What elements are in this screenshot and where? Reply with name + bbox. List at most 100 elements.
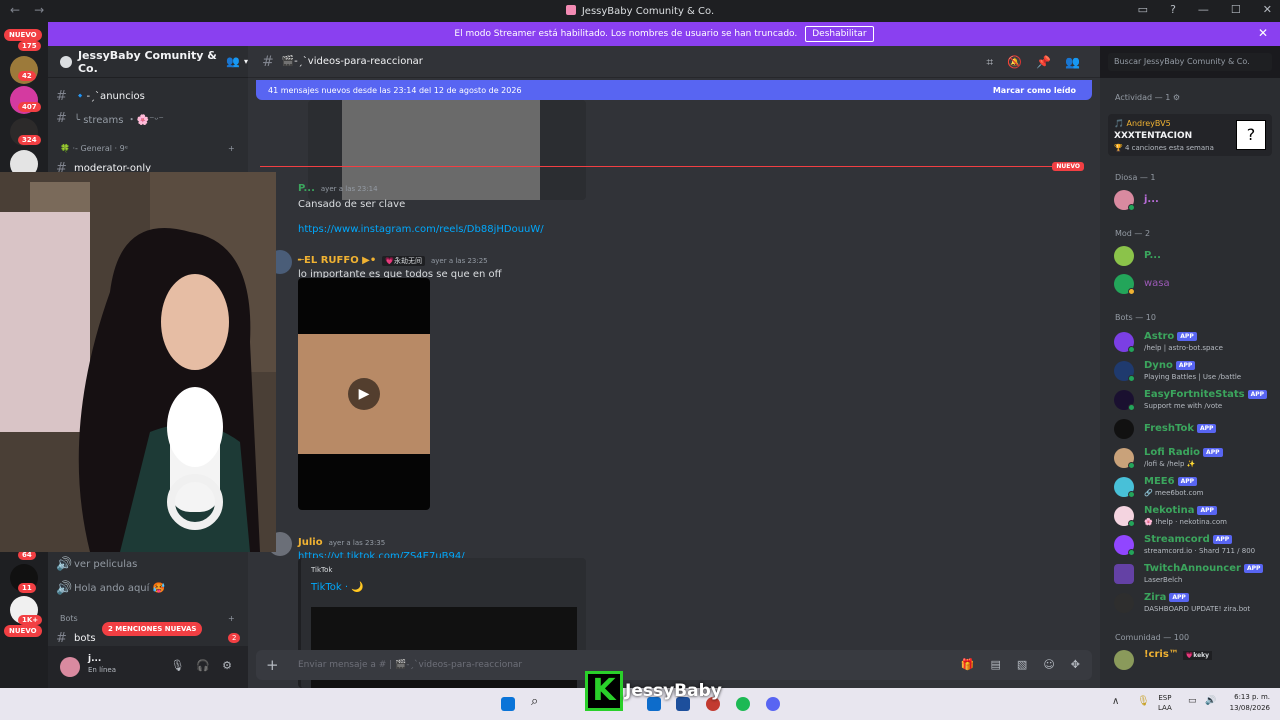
channel-item[interactable]: # ╰ streams ・🌸⁻ᵕ⁻	[56, 108, 240, 128]
member-item[interactable]: P...	[1114, 244, 1278, 268]
spotify-icon[interactable]	[736, 697, 750, 711]
sticker-icon[interactable]: ▧	[1017, 658, 1027, 671]
add-attachment-icon[interactable]: +	[266, 656, 279, 674]
clock[interactable]: 6:13 p. m. 13/08/2026	[1230, 692, 1270, 714]
gift-icon[interactable]: 🎁	[961, 658, 975, 671]
activity-card[interactable]: 🎵 AndreyBV5 XXXTENTACION 🏆 4 canciones e…	[1108, 114, 1272, 156]
mute-bell-icon[interactable]: 🔕	[1007, 55, 1022, 70]
headphones-icon[interactable]: 🎧	[196, 659, 210, 672]
help-icon[interactable]: ?	[1170, 3, 1176, 16]
gif-icon[interactable]: ▤	[991, 658, 1001, 671]
message: ╾EL RUFFO ▶• 💗永劫无间 ayer a las 23:25 lo imp…	[298, 248, 502, 280]
discord-icon[interactable]	[766, 697, 780, 711]
tray-chevron-icon[interactable]: ∧	[1112, 696, 1119, 707]
add-channel-icon[interactable]: +	[228, 144, 235, 153]
member-item[interactable]: Astro APP/help | astro-bot.space	[1114, 330, 1278, 354]
play-icon[interactable]: ▶	[348, 378, 380, 410]
category-bots[interactable]: Bots +	[60, 614, 235, 623]
avatar	[1114, 246, 1134, 266]
inbox-icon[interactable]: ▭	[1138, 3, 1148, 16]
pin-icon[interactable]: 📌	[1036, 55, 1051, 70]
member-item[interactable]: j...	[1114, 188, 1278, 212]
twitch-icon	[1114, 564, 1134, 584]
mention-count-badge: 2	[228, 633, 241, 643]
server-header[interactable]: JessyBaby Comunity & Co. ▾ 👥	[48, 46, 248, 78]
server-icon	[60, 55, 72, 68]
search-input[interactable]: Buscar JessyBaby Comunity & Co.	[1108, 53, 1272, 71]
member-item[interactable]: EasyFortniteStats APP Support me with /vot…	[1114, 388, 1278, 412]
member-item[interactable]: Nekotina APP 🌸 !help · nekotina.com	[1114, 504, 1278, 528]
member-item[interactable]: wasa	[1114, 272, 1278, 296]
member-item[interactable]: Zira APP DASHBOARD UPDATE! zira.bot	[1114, 591, 1278, 615]
minimize-button[interactable]: —	[1198, 3, 1209, 16]
new-mentions-pill[interactable]: 2 MENCIONES NUEVAS	[102, 622, 203, 636]
windows-start-icon[interactable]	[501, 697, 515, 711]
microphone-icon[interactable]: 🎙	[170, 659, 184, 672]
guild-badge: 175	[18, 41, 41, 51]
message-input[interactable]: Enviar mensaje a # | 🎬-ˏˋvideos-para-rea…	[298, 660, 522, 670]
role-header: Mod — 2	[1115, 229, 1151, 238]
apps-icon[interactable]: ✥	[1071, 658, 1080, 671]
avatar	[1114, 650, 1134, 670]
activity-song: XXXTENTACION	[1114, 131, 1193, 141]
clock-time: 6:13 p. m.	[1234, 693, 1270, 701]
message-author[interactable]: P...	[298, 183, 315, 194]
member-item[interactable]: Dyno APP Playing Battles | Use /battle	[1114, 359, 1278, 383]
message-link[interactable]: https://www.instagram.com/reels/Db88jHDo…	[298, 224, 544, 235]
hash-icon: #	[56, 88, 67, 104]
guild-badge: 42	[18, 71, 36, 81]
guild-badge: 324	[18, 135, 41, 145]
message: P... ayer a las 23:14 Cansado de ser clav…	[298, 176, 544, 235]
avatar[interactable]	[60, 657, 80, 677]
member-item[interactable]: Lofi Radio APP/lofi & /help ✨	[1114, 446, 1278, 470]
microphone-tray-icon[interactable]: 🎙	[1137, 696, 1150, 707]
add-channel-icon[interactable]: +	[228, 614, 235, 623]
new-messages-divider: NUEVO	[260, 162, 1084, 171]
close-window-button[interactable]: ✕	[1263, 3, 1272, 16]
settings-gear-icon[interactable]: ⚙	[222, 659, 232, 672]
channel-item[interactable]: # 🔹-ˏˋanuncios	[56, 86, 240, 106]
webcam-image	[0, 172, 276, 552]
maximize-button[interactable]: ☐	[1231, 3, 1241, 16]
voice-channel-item[interactable]: 🔊 Hola ando aquí 🥵	[56, 578, 240, 598]
add-member-icon[interactable]: 👥	[226, 55, 240, 68]
embed-title[interactable]: TikTok · 🌙	[311, 582, 364, 593]
member-item[interactable]: FreshTok APP	[1114, 417, 1278, 441]
member-item[interactable]: !cris™ 💗keky	[1114, 648, 1278, 672]
member-item[interactable]: Streamcord APP streamcord.io · Shard 711 /…	[1114, 533, 1278, 557]
mark-as-read-button[interactable]: Marcar como leído	[993, 86, 1076, 95]
activity-user: 🎵 AndreyBV5	[1114, 119, 1171, 128]
language-indicator[interactable]: ESP LAA	[1158, 693, 1172, 713]
avatar	[1114, 593, 1134, 613]
k-logo: K	[585, 671, 623, 711]
threads-icon[interactable]: ⌗	[986, 55, 993, 70]
volume-icon[interactable]: 🔊	[1205, 696, 1216, 706]
guild-badge: 11	[18, 583, 36, 593]
video-attachment[interactable]: ▶	[298, 278, 430, 510]
close-banner-icon[interactable]: ✕	[1258, 26, 1268, 40]
album-art: ?	[1236, 120, 1266, 150]
message-time: ayer a las 23:14	[320, 185, 378, 193]
hash-icon: #	[262, 53, 274, 70]
voice-channel-item[interactable]: 🔊 ver peliculas	[56, 554, 240, 574]
message-author[interactable]: Julio	[298, 537, 323, 548]
emoji-icon[interactable]: ☺	[1043, 658, 1054, 671]
members-icon[interactable]: 👥	[1065, 55, 1080, 70]
new-messages-bar[interactable]: 41 mensajes nuevos desde las 23:14 del 1…	[256, 80, 1092, 100]
message-text: Cansado de ser clave	[298, 199, 406, 210]
message-author[interactable]: ╾EL RUFFO ▶•	[298, 255, 376, 266]
role-header: Comunidad — 100	[1115, 633, 1190, 642]
member-item[interactable]: TwitchAnnouncer APP LaserBelch	[1114, 562, 1278, 586]
user-name: j...	[88, 654, 102, 664]
new-badge: NUEVO	[4, 29, 42, 41]
activity-header: Actividad — 1 ⚙	[1115, 93, 1180, 102]
search-icon[interactable]: ⌕	[531, 694, 545, 709]
speaker-icon: 🔊	[56, 556, 73, 572]
disable-streamer-button[interactable]: Deshabilitar	[805, 26, 874, 42]
idle-status-dot	[1128, 288, 1135, 295]
category-general[interactable]: 🍀 ·- General · 9ᵉ +	[60, 144, 235, 153]
hash-icon: #	[56, 630, 67, 646]
banner-text: El modo Streamer está habilitado. Los no…	[454, 29, 798, 39]
network-icon[interactable]: ▭	[1188, 696, 1197, 706]
member-item[interactable]: MEE6 APP 🔗 mee6bot.com	[1114, 475, 1278, 499]
